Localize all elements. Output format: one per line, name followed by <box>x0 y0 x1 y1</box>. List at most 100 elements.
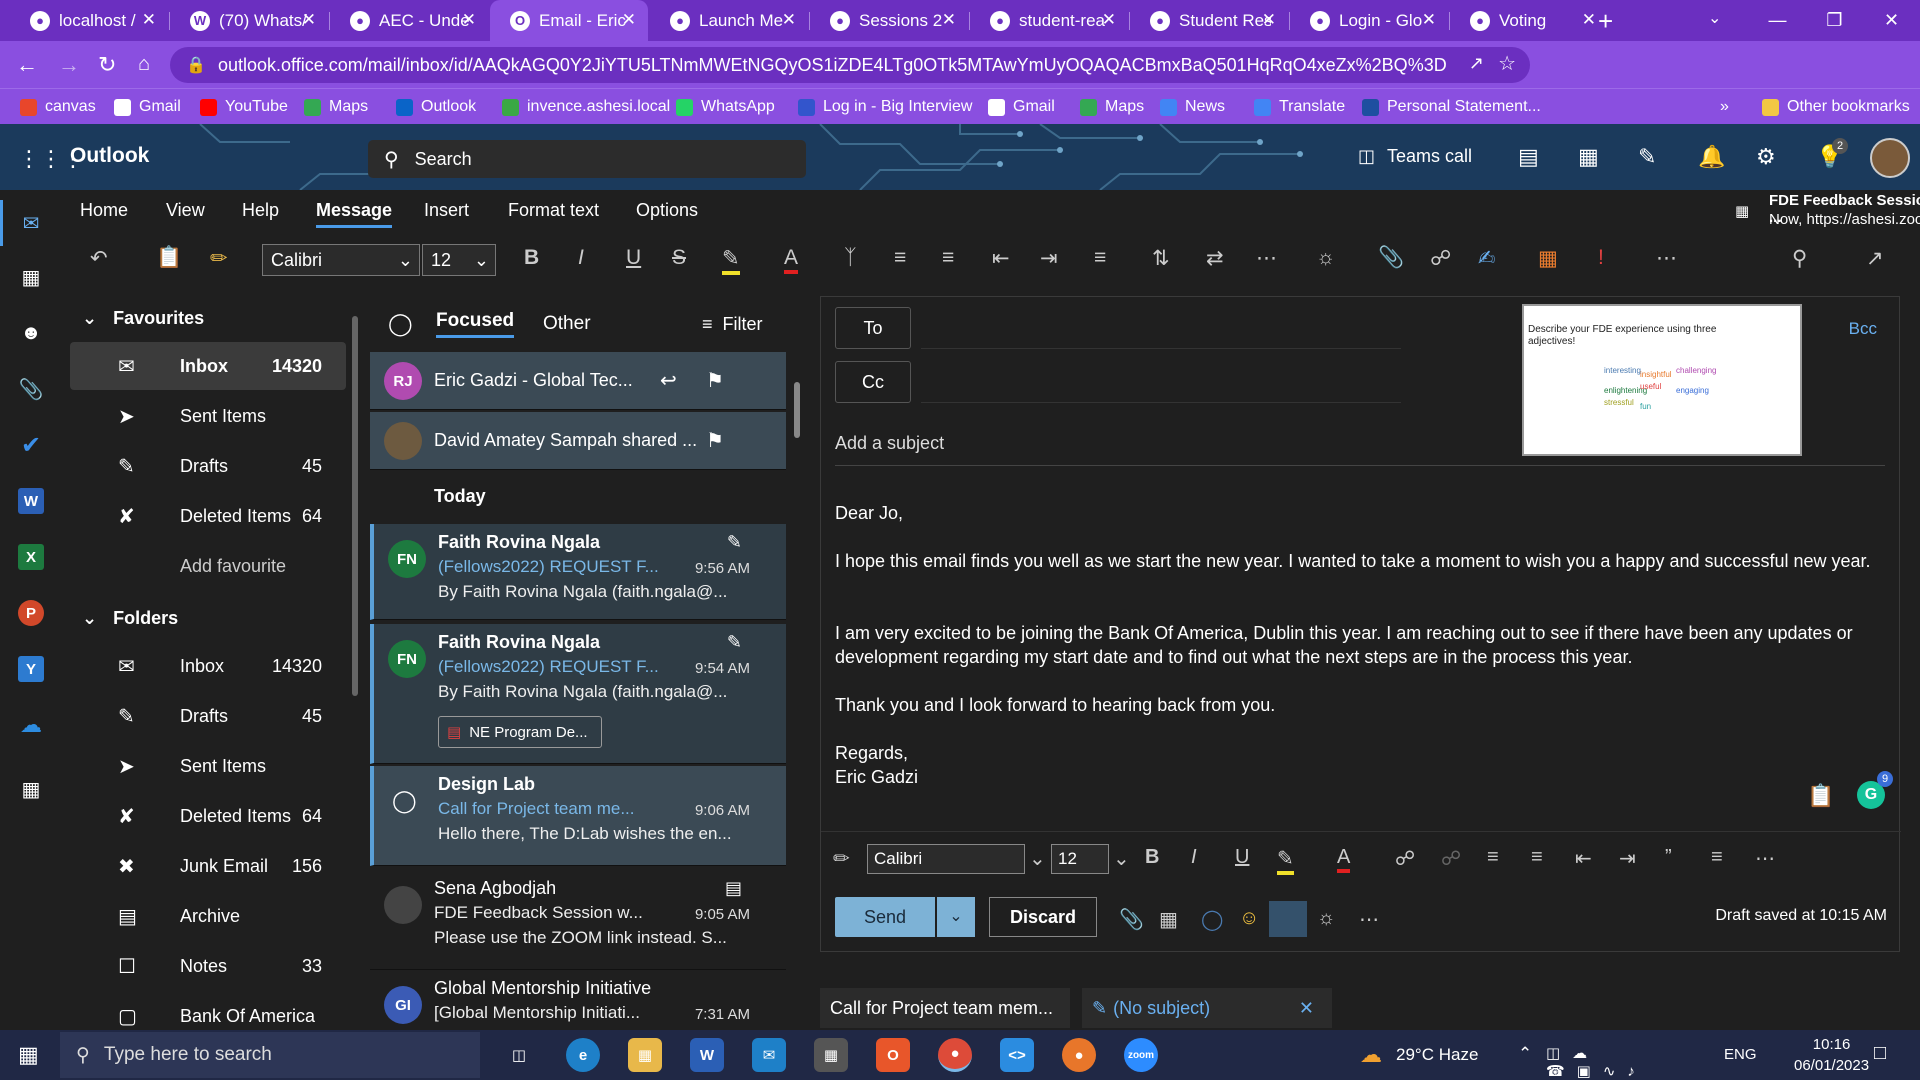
store-icon[interactable]: ▦ <box>814 1038 848 1072</box>
bullets-icon[interactable]: ≡ <box>894 246 906 270</box>
bookmark-item[interactable]: WhatsApp <box>676 89 775 125</box>
notifications-icon[interactable]: □ <box>1874 1042 1886 1065</box>
taskbar-search[interactable]: ⚲ Type here to search <box>60 1032 480 1078</box>
pinned-message[interactable]: David Amatey Sampah shared ... ⚑ <box>370 412 786 470</box>
chevron-down-icon[interactable]: ⌄ <box>1029 846 1046 871</box>
browser-tab[interactable]: ● student-rea ✕ <box>970 0 1128 41</box>
decrease-indent-icon[interactable]: ⇤ <box>992 246 1010 271</box>
task-view-icon[interactable]: ◫ <box>502 1038 536 1072</box>
folder-junk-email[interactable]: ✖ Junk Email 156 <box>70 842 346 890</box>
font-family-dropdown[interactable]: Calibri ⌄ <box>262 244 420 276</box>
increase-indent-icon[interactable]: ⇥ <box>1040 246 1058 271</box>
chat-icon[interactable]: ▤ <box>1518 144 1539 170</box>
bookmark-item[interactable]: invence.ashesi.local <box>502 89 670 125</box>
vscode-icon[interactable]: <> <box>1000 1038 1034 1072</box>
decrease-indent-icon[interactable]: ⇤ <box>1575 846 1592 871</box>
browser-tab[interactable]: ● Login - Glo ✕ <box>1290 0 1448 41</box>
more-icon[interactable]: ⋯ <box>1359 907 1379 932</box>
select-all-icon[interactable]: ◯ <box>388 311 413 337</box>
zoom-taskbar-icon[interactable]: zoom <box>1124 1038 1158 1072</box>
firefox-icon[interactable]: ● <box>1062 1038 1096 1072</box>
direction-icon[interactable]: ⇄ <box>1206 246 1224 271</box>
pin-icon[interactable]: ⚑ <box>706 428 724 453</box>
draft-tab-project[interactable]: Call for Project team mem... <box>820 988 1070 1028</box>
list-item[interactable]: Sena Agbodjah FDE Feedback Session w... 9:… <box>370 870 786 970</box>
italic-icon[interactable]: I <box>578 246 584 270</box>
paste-icon[interactable]: 📋 <box>156 246 182 270</box>
italic-icon[interactable]: I <box>1191 846 1197 869</box>
table-icon[interactable]: ▦ <box>1538 246 1558 271</box>
list-item[interactable]: ◯ Design Lab Call for Project team me... 9:… <box>370 766 786 866</box>
bell-icon[interactable]: 🔔 <box>1698 144 1725 170</box>
numbering-icon[interactable]: ≡ <box>942 246 954 270</box>
bookmark-item[interactable]: Other bookmarks <box>1762 89 1910 125</box>
tab-focused[interactable]: Focused <box>436 310 515 338</box>
underline-icon[interactable]: U <box>626 246 641 270</box>
compose-size-dropdown[interactable]: 12 <box>1051 844 1109 874</box>
bookmark-star-icon[interactable]: ☆ <box>1498 51 1516 76</box>
folder-archive[interactable]: ▤ Archive <box>70 892 346 940</box>
close-tab-icon[interactable]: ✕ <box>1582 10 1596 30</box>
zoom-share-thumbnail[interactable]: Describe your FDE experience using three… <box>1522 304 1802 456</box>
font-color-icon[interactable]: A <box>784 246 799 274</box>
list-item[interactable]: FN Faith Rovina Ngala (Fellows2022) REQUES… <box>370 624 786 764</box>
browser-tab[interactable]: ● Sessions 2 ✕ <box>810 0 968 41</box>
windows-start-icon[interactable]: ▦ <box>18 1042 39 1068</box>
bookmark-item[interactable]: canvas <box>20 89 96 125</box>
url-field[interactable]: 🔒 outlook.office.com/mail/inbox/id/AAQkA… <box>170 47 1530 83</box>
attachment-chip[interactable]: ▤ NE Program De... <box>438 716 602 748</box>
folder-sent-items[interactable]: ➤ Sent Items <box>70 742 346 790</box>
clipboard-icon[interactable]: 📋 <box>1807 783 1834 809</box>
bcc-button[interactable]: Bcc <box>1849 319 1877 339</box>
browser-tab[interactable]: ● Voting ✕ <box>1450 0 1608 41</box>
discard-button[interactable]: Discard <box>989 897 1097 937</box>
folder-inbox[interactable]: ✉ Inbox 14320 <box>70 642 346 690</box>
close-window-button[interactable]: ✕ <box>1863 0 1920 41</box>
reload-icon[interactable]: ↻ <box>98 41 116 88</box>
browser-tab[interactable]: W (70) Whats/✕ <box>170 0 328 41</box>
excel-app-icon[interactable]: X <box>18 544 44 570</box>
restore-button[interactable]: ❐ <box>1806 0 1863 41</box>
underline-icon[interactable]: U <box>1235 846 1249 869</box>
attach-icon[interactable]: 📎 <box>1119 907 1144 932</box>
close-tab-icon[interactable]: ✕ <box>782 10 796 30</box>
forward-icon[interactable]: → <box>58 41 80 88</box>
folder-sent-items[interactable]: ➤ Sent Items <box>70 392 346 440</box>
align-icon[interactable]: ≡ <box>1711 846 1723 869</box>
more-formatting-icon[interactable]: ⋯ <box>1256 246 1277 271</box>
ribbon-tab-options[interactable]: Options <box>636 200 698 221</box>
numbering-icon[interactable]: ≡ <box>1531 846 1543 869</box>
tab-other[interactable]: Other <box>543 313 591 335</box>
folder-deleted-items[interactable]: ✘ Deleted Items 64 <box>70 492 346 540</box>
home-icon[interactable]: ⌂ <box>138 41 150 88</box>
bold-icon[interactable]: B <box>1145 846 1159 869</box>
clear-format-icon[interactable]: ᛉ <box>844 246 857 270</box>
bookmark-item[interactable]: Personal Statement... <box>1362 89 1541 125</box>
unlink-icon[interactable]: ☍ <box>1441 846 1461 871</box>
favourites-header[interactable]: ⌄ Favourites <box>82 308 204 329</box>
weather-icon[interactable]: ☁ <box>1360 1042 1382 1068</box>
back-icon[interactable]: ← <box>16 41 38 88</box>
pin-icon[interactable]: ⚑ <box>706 368 724 393</box>
edge-icon[interactable]: e <box>566 1038 600 1072</box>
ribbon-tab-home[interactable]: Home <box>80 200 128 221</box>
word-taskbar-icon[interactable]: W <box>690 1038 724 1072</box>
more-options-icon[interactable]: ⋯ <box>1656 246 1677 271</box>
powerpoint-app-icon[interactable]: P <box>18 600 44 626</box>
sun-icon[interactable]: ☼ <box>1317 907 1335 930</box>
bookmark-item[interactable]: Maps <box>304 89 368 125</box>
tray-icons[interactable]: ◫☁☎▣∿♪ <box>1546 1044 1647 1080</box>
filter-button[interactable]: ≡ Filter <box>702 314 763 335</box>
bookmark-item[interactable]: Maps <box>1080 89 1144 125</box>
meeting-reminder[interactable]: ▦ FDE Feedback Session with ... Now, htt… <box>1735 190 1920 232</box>
tab-search-icon[interactable]: ⌄ <box>1708 8 1721 28</box>
align-icon[interactable]: ≡ <box>1094 246 1106 270</box>
paragraph-icon[interactable]: ⇅ <box>1152 246 1170 271</box>
close-tab-icon[interactable]: ✕ <box>1102 10 1116 30</box>
folder-drafts[interactable]: ✎ Drafts 45 <box>70 692 346 740</box>
folders-header[interactable]: ⌄ Folders <box>82 608 178 629</box>
send-options-button[interactable]: ⌄ <box>937 897 975 937</box>
signature-icon[interactable]: ✍ <box>1478 246 1496 271</box>
ribbon-tab-format-text[interactable]: Format text <box>508 200 599 221</box>
close-tab-icon[interactable]: ✕ <box>942 10 956 30</box>
